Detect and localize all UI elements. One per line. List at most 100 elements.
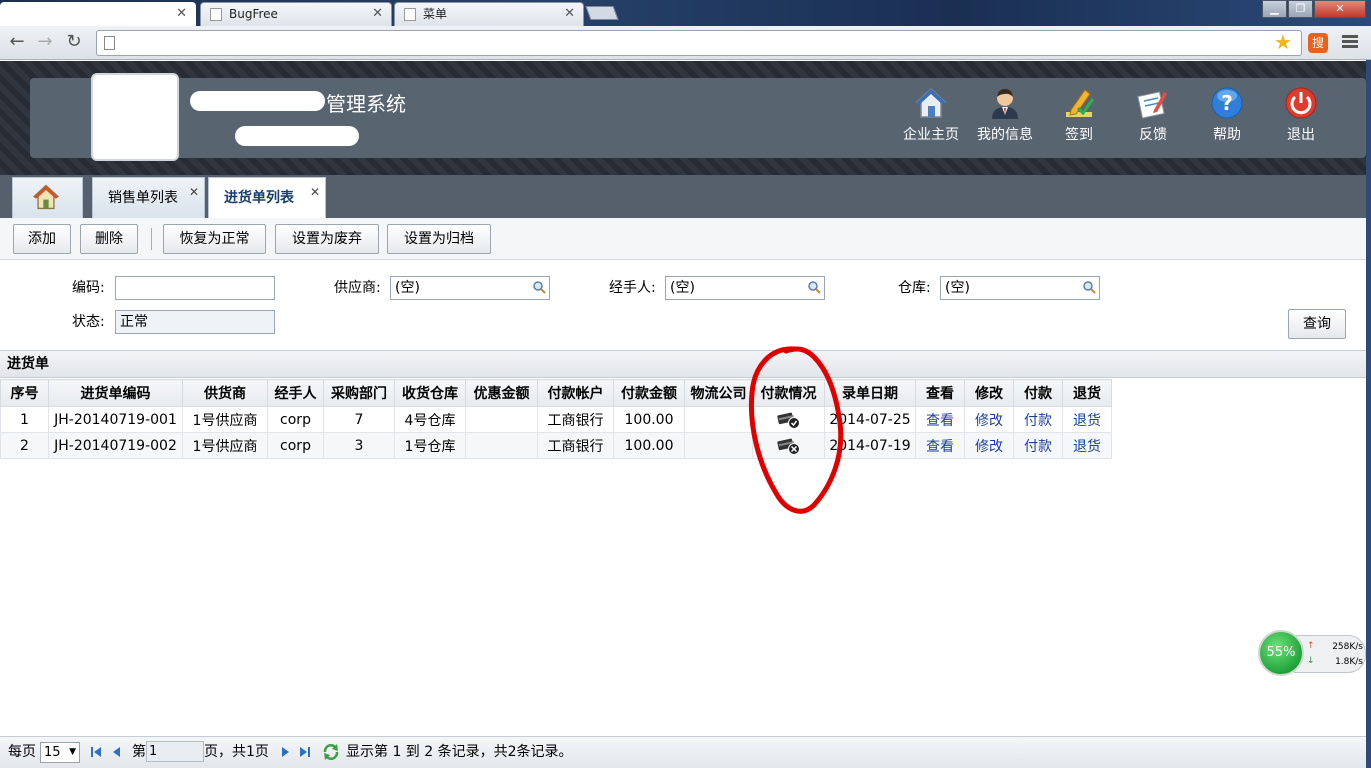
supplier-value: (空) xyxy=(395,280,420,296)
page-size-select[interactable]: 15 ▼ xyxy=(40,742,80,763)
col-header[interactable]: 付款情况 xyxy=(752,379,825,407)
edit-link[interactable]: 修改 xyxy=(975,413,1003,429)
col-header[interactable]: 物流公司 xyxy=(684,379,753,407)
view-link[interactable]: 查看 xyxy=(926,439,954,455)
system-title: 管理系统 xyxy=(326,92,406,116)
refresh-icon[interactable] xyxy=(322,743,340,761)
prev-page-icon[interactable] xyxy=(110,745,124,759)
return-link[interactable]: 退货 xyxy=(1073,439,1101,455)
back-arrow-icon[interactable]: ← xyxy=(6,33,28,53)
browser-tab-close-icon[interactable]: ✕ xyxy=(176,3,187,25)
delete-button[interactable]: 删除 xyxy=(80,224,138,254)
search-icon[interactable] xyxy=(532,280,546,294)
cell-warehouse: 4号仓库 xyxy=(394,406,466,433)
warehouse-combo[interactable]: (空) xyxy=(940,276,1100,300)
address-bar[interactable] xyxy=(96,30,1302,56)
maximize-button[interactable]: ❐ xyxy=(1288,0,1313,18)
extension-icon[interactable]: 搜 xyxy=(1308,33,1328,53)
tab-purchase-list[interactable]: 进货单列表 ✕ xyxy=(208,177,326,218)
return-link[interactable]: 退货 xyxy=(1073,413,1101,429)
record-summary: 显示第 1 到 2 条记录，共2条记录。 xyxy=(346,744,573,760)
nav-logout[interactable]: 退出 xyxy=(1266,86,1336,144)
handler-combo[interactable]: (空) xyxy=(665,276,825,300)
browser-tab-close-icon[interactable]: ✕ xyxy=(372,3,383,25)
cell-no: 1 xyxy=(0,406,49,433)
table-row[interactable]: 1 JH-20140719-001 1号供应商 corp 7 4号仓库 工商银行… xyxy=(0,406,1112,433)
tab-close-icon[interactable]: ✕ xyxy=(189,172,199,213)
col-header[interactable]: 付款金额 xyxy=(613,379,685,407)
help-icon: ? xyxy=(1211,87,1243,119)
browser-tab-close-icon[interactable]: ✕ xyxy=(564,3,575,25)
col-header[interactable]: 录单日期 xyxy=(824,379,916,407)
col-header[interactable]: 修改 xyxy=(964,379,1014,407)
col-header[interactable]: 进货单编码 xyxy=(48,379,183,407)
pay-link[interactable]: 付款 xyxy=(1024,439,1052,455)
bookmark-star-icon[interactable]: ★ xyxy=(1274,30,1292,54)
page-favicon-icon xyxy=(404,8,416,21)
query-button[interactable]: 查询 xyxy=(1288,309,1346,339)
browser-tab-2[interactable]: BugFree ✕ xyxy=(200,2,392,26)
tab-sales-list[interactable]: 销售单列表 ✕ xyxy=(92,177,205,218)
warehouse-value: (空) xyxy=(945,280,970,296)
col-header[interactable]: 序号 xyxy=(0,379,49,407)
cell-supplier: 1号供应商 xyxy=(182,406,268,433)
col-header[interactable]: 优惠金额 xyxy=(465,379,538,407)
nav-help[interactable]: ? 帮助 xyxy=(1192,86,1262,144)
col-header[interactable]: 收货仓库 xyxy=(394,379,466,407)
pay-link[interactable]: 付款 xyxy=(1024,413,1052,429)
tab-close-icon[interactable]: ✕ xyxy=(310,172,320,213)
last-page-icon[interactable] xyxy=(298,745,312,759)
cell-dept: 7 xyxy=(323,406,395,433)
search-icon[interactable] xyxy=(807,280,821,294)
reload-icon[interactable]: ↻ xyxy=(63,33,85,53)
browser-tab-1[interactable]: ✕ xyxy=(0,2,196,26)
purchase-table: 序号 进货单编码 供货商 经手人 采购部门 收货仓库 优惠金额 付款帐户 付款金… xyxy=(0,379,1112,459)
col-header[interactable]: 付款帐户 xyxy=(537,379,614,407)
view-link[interactable]: 查看 xyxy=(926,413,954,429)
cell-view: 查看 xyxy=(915,406,965,433)
window-close-button[interactable]: ✕ xyxy=(1314,0,1366,18)
next-page-icon[interactable] xyxy=(278,745,292,759)
warehouse-label: 仓库: xyxy=(898,280,931,296)
cell-code: JH-20140719-001 xyxy=(48,406,183,433)
browser-tab-3[interactable]: 菜单 ✕ xyxy=(394,2,584,26)
forward-arrow-icon[interactable]: → xyxy=(34,33,56,53)
nav-label: 我的信息 xyxy=(977,127,1033,143)
cell-pay: 付款 xyxy=(1013,406,1063,433)
supplier-combo[interactable]: (空) xyxy=(390,276,550,300)
power-icon xyxy=(1285,87,1317,119)
col-header[interactable]: 查看 xyxy=(915,379,965,407)
first-page-icon[interactable] xyxy=(89,745,103,759)
set-archive-button[interactable]: 设置为归档 xyxy=(387,224,491,254)
cell-supplier: 1号供应商 xyxy=(182,432,268,459)
tab-home[interactable] xyxy=(12,177,83,218)
search-icon[interactable] xyxy=(1082,280,1096,294)
page-number-input[interactable]: 1 xyxy=(146,741,204,762)
set-discard-button[interactable]: 设置为废弃 xyxy=(275,224,379,254)
filter-area: 编码: 供应商: (空) 经手人: (空) 仓库: (空) 状态: 正常 查询 xyxy=(0,261,1366,349)
nav-my-info[interactable]: 我的信息 xyxy=(970,86,1040,144)
code-input[interactable] xyxy=(115,276,275,300)
restore-normal-button[interactable]: 恢复为正常 xyxy=(163,224,266,254)
nav-sign-in[interactable]: 签到 xyxy=(1044,86,1114,144)
table-row[interactable]: 2 JH-20140719-002 1号供应商 corp 3 1号仓库 工商银行… xyxy=(0,432,1112,459)
col-header[interactable]: 付款 xyxy=(1013,379,1063,407)
add-button[interactable]: 添加 xyxy=(13,224,71,254)
status-combo[interactable]: 正常 xyxy=(115,310,275,334)
nav-home[interactable]: 企业主页 xyxy=(896,86,966,144)
cell-no: 2 xyxy=(0,432,49,459)
col-header[interactable]: 供货商 xyxy=(182,379,268,407)
company-logo xyxy=(91,73,179,161)
network-speed-widget[interactable]: ↑ 258K/s ↓ 1.8K/s 55% xyxy=(1258,630,1366,676)
col-header[interactable]: 经手人 xyxy=(267,379,324,407)
col-header[interactable]: 采购部门 xyxy=(323,379,395,407)
new-tab-button[interactable] xyxy=(585,6,619,20)
minimize-button[interactable]: ▁ xyxy=(1262,0,1287,18)
edit-link[interactable]: 修改 xyxy=(975,439,1003,455)
nav-feedback[interactable]: 反馈 xyxy=(1118,86,1188,144)
payment-unpaid-icon xyxy=(776,438,800,455)
table-header-row: 序号 进货单编码 供货商 经手人 采购部门 收货仓库 优惠金额 付款帐户 付款金… xyxy=(0,379,1112,407)
browser-menu-icon[interactable] xyxy=(1342,33,1358,53)
col-header[interactable]: 退货 xyxy=(1062,379,1112,407)
memory-usage-ball[interactable]: 55% xyxy=(1258,630,1304,676)
